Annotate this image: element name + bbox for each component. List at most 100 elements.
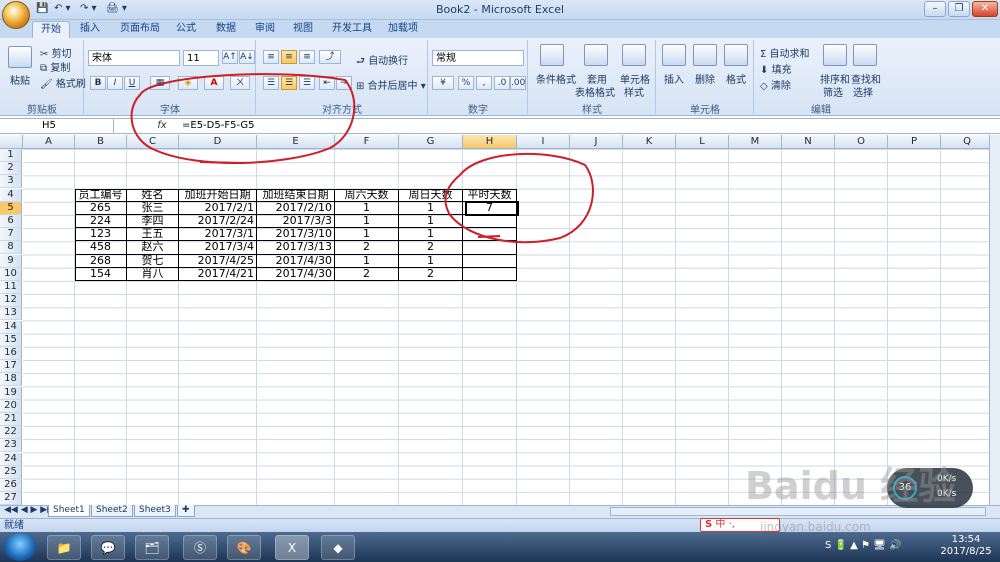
- increase-decimal-icon[interactable]: .0: [494, 76, 510, 90]
- tray-icons[interactable]: S 🔋 ▲ ⚑ 🖥 🔊: [825, 540, 930, 554]
- table-header-cell[interactable]: 加班结束日期: [257, 188, 335, 202]
- table-cell[interactable]: 2017/3/1: [179, 228, 257, 242]
- paste-icon[interactable]: [8, 46, 32, 68]
- number-format-select[interactable]: 常规: [432, 50, 524, 66]
- sheet-nav-arrows[interactable]: ◀◀ ◀ ▶ ▶▶: [4, 505, 54, 515]
- row-header-22[interactable]: 22: [0, 426, 22, 440]
- table-cell[interactable]: 2017/3/3: [257, 215, 335, 229]
- formula-input[interactable]: =E5-D5-F5-G5: [182, 119, 255, 133]
- conditional-format-label[interactable]: 条件格式: [536, 71, 576, 86]
- sogou-icon[interactable]: Ⓢ: [183, 535, 217, 560]
- format-table-label-2[interactable]: 表格格式: [575, 84, 615, 99]
- underline-button[interactable]: U: [124, 76, 140, 90]
- tab-insert[interactable]: 插入: [72, 21, 108, 38]
- find-select-label-2[interactable]: 选择: [853, 84, 873, 99]
- wechat-icon[interactable]: 💬: [91, 535, 125, 560]
- table-cell[interactable]: 2017/3/13: [257, 241, 335, 255]
- find-select-icon[interactable]: [853, 44, 877, 66]
- column-header-m[interactable]: M: [729, 135, 782, 149]
- column-header-f[interactable]: F: [335, 135, 399, 149]
- row-header-12[interactable]: 12: [0, 294, 22, 308]
- table-cell[interactable]: [463, 228, 517, 242]
- office-button[interactable]: [2, 1, 30, 29]
- cell-styles-icon[interactable]: [622, 44, 646, 66]
- decrease-decimal-icon[interactable]: .00: [510, 76, 526, 90]
- phonetic-icon[interactable]: ㄨ: [230, 76, 250, 90]
- column-header-e[interactable]: E: [257, 135, 335, 149]
- table-cell[interactable]: 268: [75, 254, 127, 268]
- column-header-p[interactable]: P: [888, 135, 941, 149]
- sheet-tab-3[interactable]: Sheet3: [134, 505, 176, 517]
- minimize-button[interactable]: –: [924, 1, 946, 17]
- sheet-tab-1[interactable]: Sheet1: [48, 505, 90, 517]
- start-button[interactable]: [4, 533, 36, 561]
- column-header-n[interactable]: N: [782, 135, 835, 149]
- row-header-9[interactable]: 9: [0, 254, 22, 268]
- table-cell[interactable]: 2017/4/30: [257, 267, 335, 281]
- row-header-3[interactable]: 3: [0, 175, 22, 189]
- format-cells-label[interactable]: 格式: [726, 71, 746, 86]
- table-cell[interactable]: 1: [335, 254, 399, 268]
- column-header-a[interactable]: A: [23, 135, 75, 149]
- delete-cells-label[interactable]: 删除: [695, 71, 715, 86]
- align-center-icon[interactable]: ☰: [281, 76, 297, 90]
- insert-cells-icon[interactable]: [662, 44, 686, 66]
- app-taskbar-icon[interactable]: ◆: [321, 535, 355, 560]
- row-header-18[interactable]: 18: [0, 373, 22, 387]
- format-cells-icon[interactable]: [724, 44, 748, 66]
- grow-font-button[interactable]: A↑: [222, 50, 238, 64]
- table-cell[interactable]: 贺七: [127, 254, 179, 268]
- table-cell[interactable]: 2: [335, 241, 399, 255]
- table-header-cell[interactable]: 周日天数: [399, 188, 463, 202]
- cell-styles-label-2[interactable]: 样式: [624, 84, 644, 99]
- table-cell[interactable]: 赵六: [127, 241, 179, 255]
- table-cell[interactable]: 2017/4/21: [179, 267, 257, 281]
- table-header-cell[interactable]: 员工编号: [75, 188, 127, 202]
- column-header-l[interactable]: L: [676, 135, 729, 149]
- table-cell[interactable]: 1: [399, 215, 463, 229]
- column-header-c[interactable]: C: [127, 135, 179, 149]
- excel-taskbar-icon[interactable]: X: [275, 535, 309, 560]
- table-cell[interactable]: [463, 241, 517, 255]
- table-cell[interactable]: 肖八: [127, 267, 179, 281]
- sheet-tab-2[interactable]: Sheet2: [91, 505, 133, 517]
- conditional-format-icon[interactable]: [540, 44, 564, 66]
- row-header-10[interactable]: 10: [0, 267, 22, 281]
- table-header-cell[interactable]: 加班开始日期: [179, 188, 257, 202]
- table-cell[interactable]: [463, 254, 517, 268]
- table-header-cell[interactable]: 周六天数: [335, 188, 399, 202]
- autosum-button[interactable]: Σ 自动求和: [760, 45, 810, 60]
- row-header-17[interactable]: 17: [0, 360, 22, 374]
- font-name-select[interactable]: 宋体: [88, 50, 180, 66]
- sort-filter-icon[interactable]: [823, 44, 847, 66]
- paste-label[interactable]: 粘贴: [10, 72, 30, 87]
- table-cell[interactable]: [463, 267, 517, 281]
- insert-function-button[interactable]: fx: [150, 119, 174, 133]
- row-header-27[interactable]: 27: [0, 492, 22, 506]
- column-header-i[interactable]: I: [517, 135, 570, 149]
- table-cell[interactable]: 265: [75, 201, 127, 215]
- align-bottom-icon[interactable]: ≡: [299, 50, 315, 64]
- table-cell[interactable]: 2: [335, 267, 399, 281]
- column-header-b[interactable]: B: [75, 135, 127, 149]
- table-cell[interactable]: 2017/3/4: [179, 241, 257, 255]
- merge-center-button[interactable]: ⊞ 合并后居中 ▾: [356, 77, 426, 92]
- delete-cells-icon[interactable]: [693, 44, 717, 66]
- align-right-icon[interactable]: ☰: [299, 76, 315, 90]
- format-table-icon[interactable]: [584, 44, 608, 66]
- italic-button[interactable]: I: [107, 76, 123, 90]
- table-cell[interactable]: 1: [399, 201, 463, 215]
- bold-button[interactable]: B: [90, 76, 106, 90]
- table-cell[interactable]: 2017/4/25: [179, 254, 257, 268]
- row-header-23[interactable]: 23: [0, 439, 22, 453]
- tab-addins[interactable]: 加载项: [380, 21, 426, 38]
- column-header-g[interactable]: G: [399, 135, 463, 149]
- table-cell[interactable]: 224: [75, 215, 127, 229]
- tab-formulas[interactable]: 公式: [168, 21, 204, 38]
- tab-data[interactable]: 数据: [208, 21, 244, 38]
- sort-filter-label-2[interactable]: 筛选: [823, 84, 843, 99]
- restore-button[interactable]: ❐: [948, 1, 970, 17]
- row-header-25[interactable]: 25: [0, 465, 22, 479]
- row-header-21[interactable]: 21: [0, 413, 22, 426]
- row-header-1[interactable]: 1: [0, 149, 22, 162]
